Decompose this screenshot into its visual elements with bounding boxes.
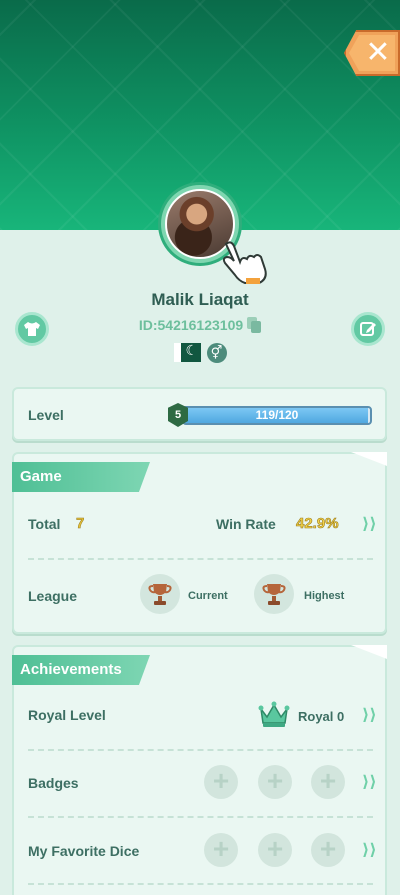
- gender-icon: ⚥: [206, 343, 227, 363]
- royal-level-chevron-icon[interactable]: ⟩⟩: [362, 705, 377, 725]
- royal-level-value: Royal 0: [298, 709, 345, 724]
- badges-chevron-icon[interactable]: ⟩⟩: [362, 772, 377, 792]
- highest-trophy-icon: [254, 574, 294, 614]
- player-id-row: ID:54216123109: [0, 317, 400, 333]
- add-dice-slot[interactable]: +: [258, 833, 292, 867]
- current-league-label: Current: [188, 590, 228, 602]
- total-label: Total: [28, 516, 61, 532]
- total-value: 7: [76, 515, 85, 533]
- add-badge-slot[interactable]: +: [258, 765, 292, 799]
- divider: [28, 883, 373, 885]
- player-name: Malik Liaqat: [151, 290, 249, 309]
- royal-level-label: Royal Level: [28, 707, 106, 723]
- win-rate-label: Win Rate: [216, 516, 276, 532]
- favorite-dice-label: My Favorite Dice: [28, 843, 140, 859]
- divider: [28, 749, 373, 751]
- game-card: Game Total 7 Win Rate 42.9% ⟩⟩ League Cu…: [12, 452, 387, 634]
- level-label: Level: [28, 407, 64, 423]
- player-id: ID:54216123109: [138, 317, 244, 333]
- game-section-tab: Game: [12, 462, 150, 492]
- badges-label: Badges: [28, 775, 79, 791]
- divider: [28, 558, 373, 560]
- country-flag-icon: [173, 342, 201, 362]
- identity-row: ⚥: [0, 342, 400, 363]
- win-rate-value: 42.9%: [296, 515, 339, 533]
- add-badge-slot[interactable]: +: [311, 765, 345, 799]
- league-label: League: [28, 588, 78, 604]
- add-badge-slot[interactable]: +: [204, 765, 238, 799]
- crown-icon: [258, 701, 290, 727]
- corner-fold: [351, 645, 387, 659]
- add-dice-slot[interactable]: +: [204, 833, 238, 867]
- level-card: Level 5 119/120: [12, 387, 387, 441]
- achievements-section-tab: Achievements: [12, 655, 150, 685]
- copy-icon[interactable]: [247, 317, 262, 333]
- highest-league-label: Highest: [304, 590, 345, 602]
- add-dice-slot[interactable]: +: [311, 833, 345, 867]
- current-trophy-icon: [140, 574, 180, 614]
- game-stats-chevron-icon[interactable]: ⟩⟩: [362, 514, 377, 534]
- level-progress-bar: 119/120: [182, 406, 372, 425]
- achievements-card: Achievements Royal Level Royal 0 ⟩⟩ Badg…: [12, 645, 387, 895]
- corner-fold: [351, 452, 387, 466]
- dice-chevron-icon[interactable]: ⟩⟩: [362, 840, 377, 860]
- tap-hand-icon: [222, 241, 267, 284]
- divider: [28, 816, 373, 818]
- level-progress-text: 119/120: [255, 408, 299, 422]
- close-icon: ✕: [365, 36, 391, 69]
